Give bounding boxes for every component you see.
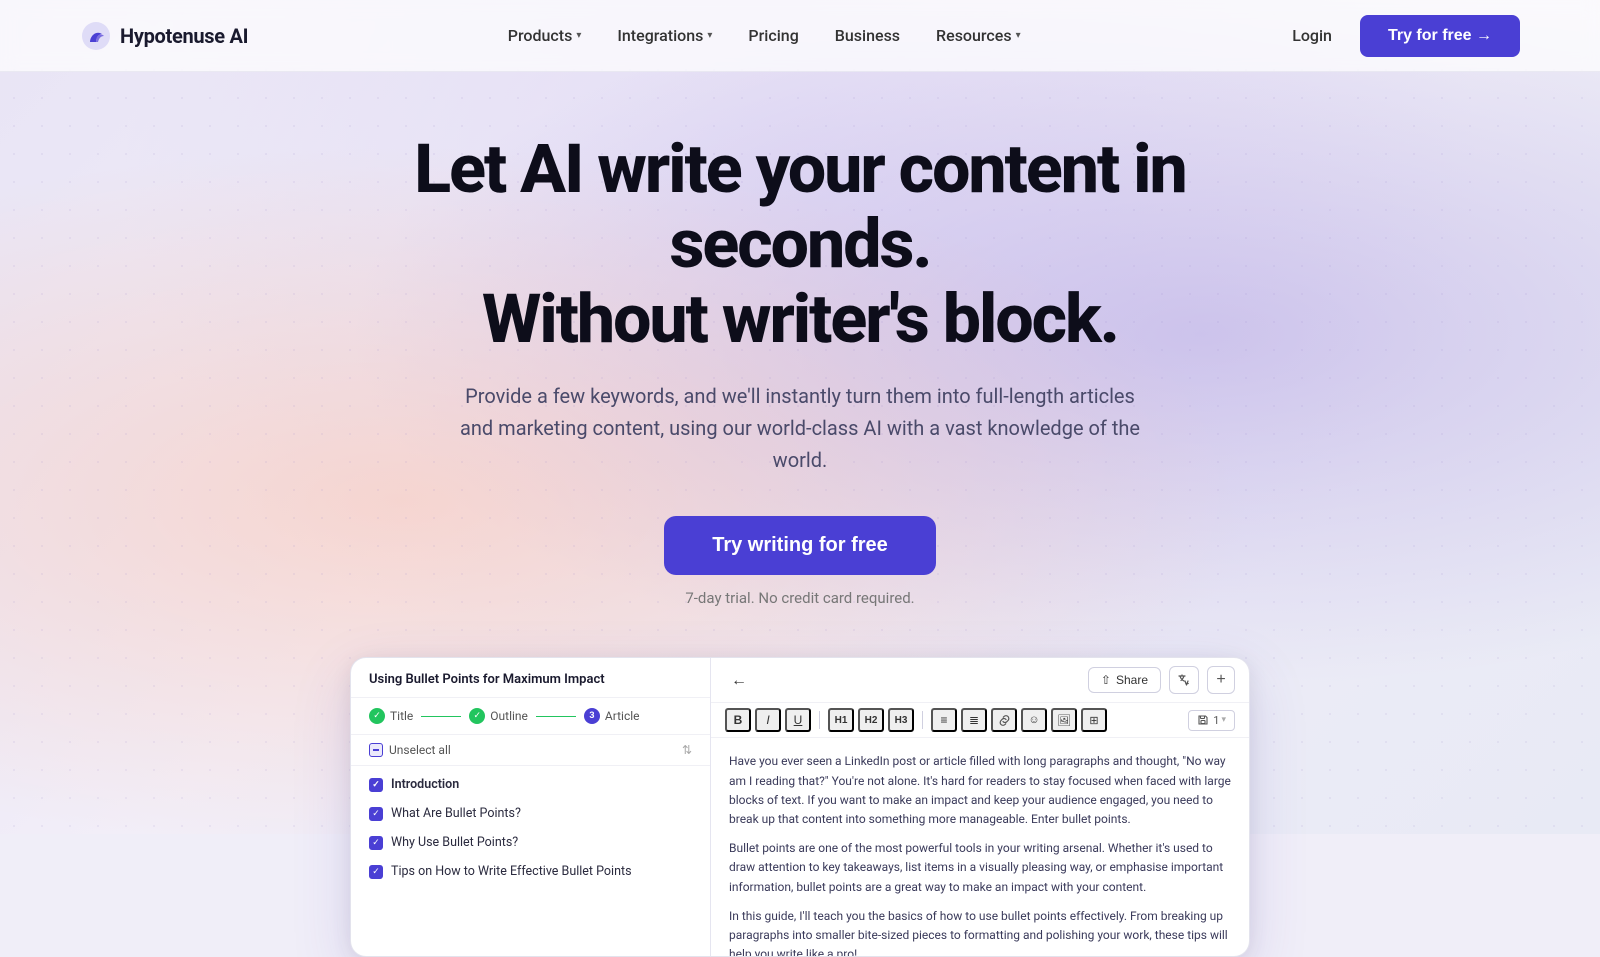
checked-icon: ✓	[369, 778, 383, 792]
h3-button[interactable]: H3	[888, 708, 914, 732]
bullet-list-button[interactable]: ≡	[931, 708, 957, 732]
nav-links: Products ▾ Integrations ▾ Pricing Busine…	[492, 18, 1037, 53]
left-panel: Using Bullet Points for Maximum Impact ✓…	[351, 658, 711, 956]
unselect-all[interactable]: Unselect all	[369, 743, 451, 757]
steps-bar: ✓ Title ✓ Outline 3 Article	[351, 698, 710, 735]
logo-icon	[80, 20, 112, 52]
italic-button[interactable]: I	[755, 708, 781, 732]
add-button[interactable]: +	[1207, 666, 1235, 694]
sort-icon: ⇅	[682, 743, 692, 757]
nav-business[interactable]: Business	[819, 18, 916, 53]
toolbar-left: ←	[725, 668, 753, 692]
hero-subtitle: Provide a few keywords, and we'll instan…	[450, 380, 1150, 476]
separator	[922, 711, 923, 729]
checkbox-icon	[369, 743, 383, 757]
chevron-down-icon: ▾	[576, 30, 581, 41]
nav-products[interactable]: Products ▾	[492, 18, 598, 53]
share-icon: ⇧	[1101, 673, 1111, 687]
nav-right: Login Try for free →	[1280, 15, 1520, 57]
format-toolbar: B I U H1 H2 H3 ≡ ≣ ☺ 🖼 ⊞ 1 ▾	[711, 703, 1249, 738]
content-paragraph-2: Bullet points are one of the most powerf…	[729, 839, 1231, 897]
step-article: 3 Article	[584, 708, 640, 724]
demo-area: Using Bullet Points for Maximum Impact ✓…	[0, 657, 1600, 957]
translate-button[interactable]	[1169, 666, 1199, 694]
bold-button[interactable]: B	[725, 708, 751, 732]
step-line-1	[421, 716, 461, 717]
step-outline-label: Outline	[490, 709, 528, 723]
link-button[interactable]	[991, 708, 1017, 732]
nav-integrations[interactable]: Integrations ▾	[601, 18, 728, 53]
chevron-down-icon: ▾	[1016, 30, 1021, 41]
panel-title: Using Bullet Points for Maximum Impact	[351, 658, 710, 698]
save-button[interactable]: 1 ▾	[1188, 710, 1235, 731]
back-arrow-icon[interactable]: ←	[725, 668, 753, 692]
content-paragraph-1: Have you ever seen a LinkedIn post or ar…	[729, 752, 1231, 829]
emoji-button[interactable]: ☺	[1021, 708, 1047, 732]
outline-items: ✓ Introduction ✓ What Are Bullet Points?…	[351, 766, 710, 890]
checked-icon: ✓	[369, 836, 383, 850]
step-title: ✓ Title	[369, 708, 413, 724]
hero-section: Let AI write your content in seconds. Wi…	[0, 72, 1600, 647]
nav-resources[interactable]: Resources ▾	[920, 18, 1037, 53]
outline-item[interactable]: ✓ Why Use Bullet Points?	[351, 828, 710, 857]
step-num-icon: 3	[584, 708, 600, 724]
step-title-label: Title	[390, 709, 413, 723]
ordered-list-button[interactable]: ≣	[961, 708, 987, 732]
step-check-icon-2: ✓	[469, 708, 485, 724]
logo-link[interactable]: Hypotenuse AI	[80, 20, 248, 52]
h2-button[interactable]: H2	[858, 708, 884, 732]
step-outline: ✓ Outline	[469, 708, 528, 724]
content-paragraph-3: In this guide, I'll teach you the basics…	[729, 907, 1231, 957]
step-line-2	[536, 716, 576, 717]
share-button[interactable]: ⇧ Share	[1088, 667, 1161, 693]
checked-icon: ✓	[369, 807, 383, 821]
outline-item[interactable]: ✓ Tips on How to Write Effective Bullet …	[351, 857, 710, 886]
outline-item[interactable]: ✓ Introduction	[351, 770, 710, 799]
try-for-free-button[interactable]: Try for free →	[1360, 15, 1520, 57]
demo-window: Using Bullet Points for Maximum Impact ✓…	[350, 657, 1250, 957]
chevron-down-icon: ▾	[707, 30, 712, 41]
underline-button[interactable]: U	[785, 708, 811, 732]
step-article-label: Article	[605, 709, 640, 723]
cta-note: 7-day trial. No credit card required.	[685, 589, 914, 607]
right-panel: ← ⇧ Share + B	[711, 658, 1249, 956]
chevron-down-icon: ▾	[1221, 715, 1226, 725]
logo-text: Hypotenuse AI	[120, 24, 248, 48]
step-check-icon: ✓	[369, 708, 385, 724]
editor-toolbar: ← ⇧ Share +	[711, 658, 1249, 703]
checked-icon: ✓	[369, 865, 383, 879]
separator	[819, 711, 820, 729]
editor-content[interactable]: Have you ever seen a LinkedIn post or ar…	[711, 738, 1249, 956]
outline-item[interactable]: ✓ What Are Bullet Points?	[351, 799, 710, 828]
h1-button[interactable]: H1	[828, 708, 854, 732]
cta-try-writing-button[interactable]: Try writing for free	[664, 516, 936, 575]
image-button[interactable]: 🖼	[1051, 708, 1077, 732]
table-button[interactable]: ⊞	[1081, 708, 1107, 732]
nav-pricing[interactable]: Pricing	[732, 18, 814, 53]
navbar: Hypotenuse AI Products ▾ Integrations ▾ …	[0, 0, 1600, 72]
toolbar-right: ⇧ Share +	[1088, 666, 1235, 694]
outline-controls: Unselect all ⇅	[351, 735, 710, 766]
login-button[interactable]: Login	[1280, 18, 1344, 53]
save-count: 1	[1213, 714, 1219, 727]
hero-title: Let AI write your content in seconds. Wi…	[350, 132, 1250, 356]
